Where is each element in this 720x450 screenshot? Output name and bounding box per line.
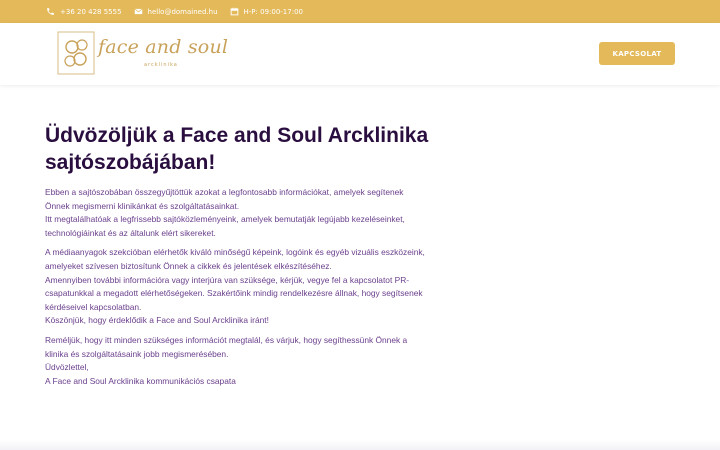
logo-mark-icon <box>57 31 95 75</box>
site-logo[interactable]: face and soul arcklinika <box>56 30 231 78</box>
paragraph-intro: Ebben a sajtószobában összegyűjtöttük az… <box>45 186 465 240</box>
email-contact[interactable]: hello@domained.hu <box>134 7 218 16</box>
phone-icon <box>47 8 54 15</box>
text-line: Ebben a sajtószobában összegyűjtöttük az… <box>45 187 404 197</box>
hours-text: H-P: 09:00-17:00 <box>243 7 303 16</box>
text-line: A médiaanyagok szekcióban elérhetők kivá… <box>45 247 425 258</box>
contact-button[interactable]: KAPCSOLAT <box>599 42 675 65</box>
text-line: Reméljük, hogy itt minden szükséges info… <box>45 334 408 345</box>
phone-number: +36 20 428 5555 <box>60 7 122 16</box>
intro-text: Ebben a sajtószobában összegyűjtöttük az… <box>45 186 465 388</box>
logo-subtitle: arcklinika <box>144 62 178 68</box>
text-line: technológiáinkat és az általunk elért si… <box>45 227 216 238</box>
text-line: Önnek megismerni klinikánkat és szolgált… <box>45 200 240 211</box>
paragraph-closing: Reméljük, hogy itt minden szükséges info… <box>45 334 465 388</box>
paragraph-media: A médiaanyagok szekcióban elérhetők kivá… <box>45 246 465 328</box>
text-line: csapatunkkal a megadott elérhetőségeken.… <box>45 288 423 299</box>
text-line: kérdéseivel kapcsolatban. <box>45 301 142 312</box>
text-line: amelyeket szívesen biztosítunk Önnek a c… <box>45 260 332 271</box>
text-line: Amennyiben további információra vagy int… <box>45 274 410 285</box>
page-title-line: sajtószobájában! <box>45 151 216 174</box>
text-line: Köszönjük, hogy érdeklődik a Face and So… <box>45 315 269 326</box>
site-header: face and soul arcklinika KAPCSOLAT <box>0 23 720 85</box>
text-line: A Face and Soul Arcklinika kommunikációs… <box>45 375 236 386</box>
page-title: Üdvözöljük a Face and Soul Arcklinika sa… <box>45 122 465 176</box>
text-line: Üdvözlettel, <box>45 362 89 373</box>
email-address: hello@domained.hu <box>147 7 218 16</box>
envelope-icon <box>134 8 143 15</box>
phone-contact[interactable]: +36 20 428 5555 <box>46 7 122 16</box>
page-title-line: Üdvözöljük a Face and Soul Arcklinika <box>45 124 429 147</box>
press-room-content: Üdvözöljük a Face and Soul Arcklinika sa… <box>45 122 465 394</box>
logo-wordmark: face and soul <box>98 36 229 58</box>
opening-hours: H-P: 09:00-17:00 <box>230 7 303 16</box>
next-section-edge <box>0 440 720 450</box>
calendar-icon <box>230 7 238 16</box>
text-line: klinika és szolgáltatásaink jobb megisme… <box>45 348 229 359</box>
text-line: Itt megtalálhatóak a legfrissebb sajtókö… <box>45 214 405 225</box>
top-info-bar: +36 20 428 5555 hello@domained.hu H-P: 0… <box>0 0 720 23</box>
